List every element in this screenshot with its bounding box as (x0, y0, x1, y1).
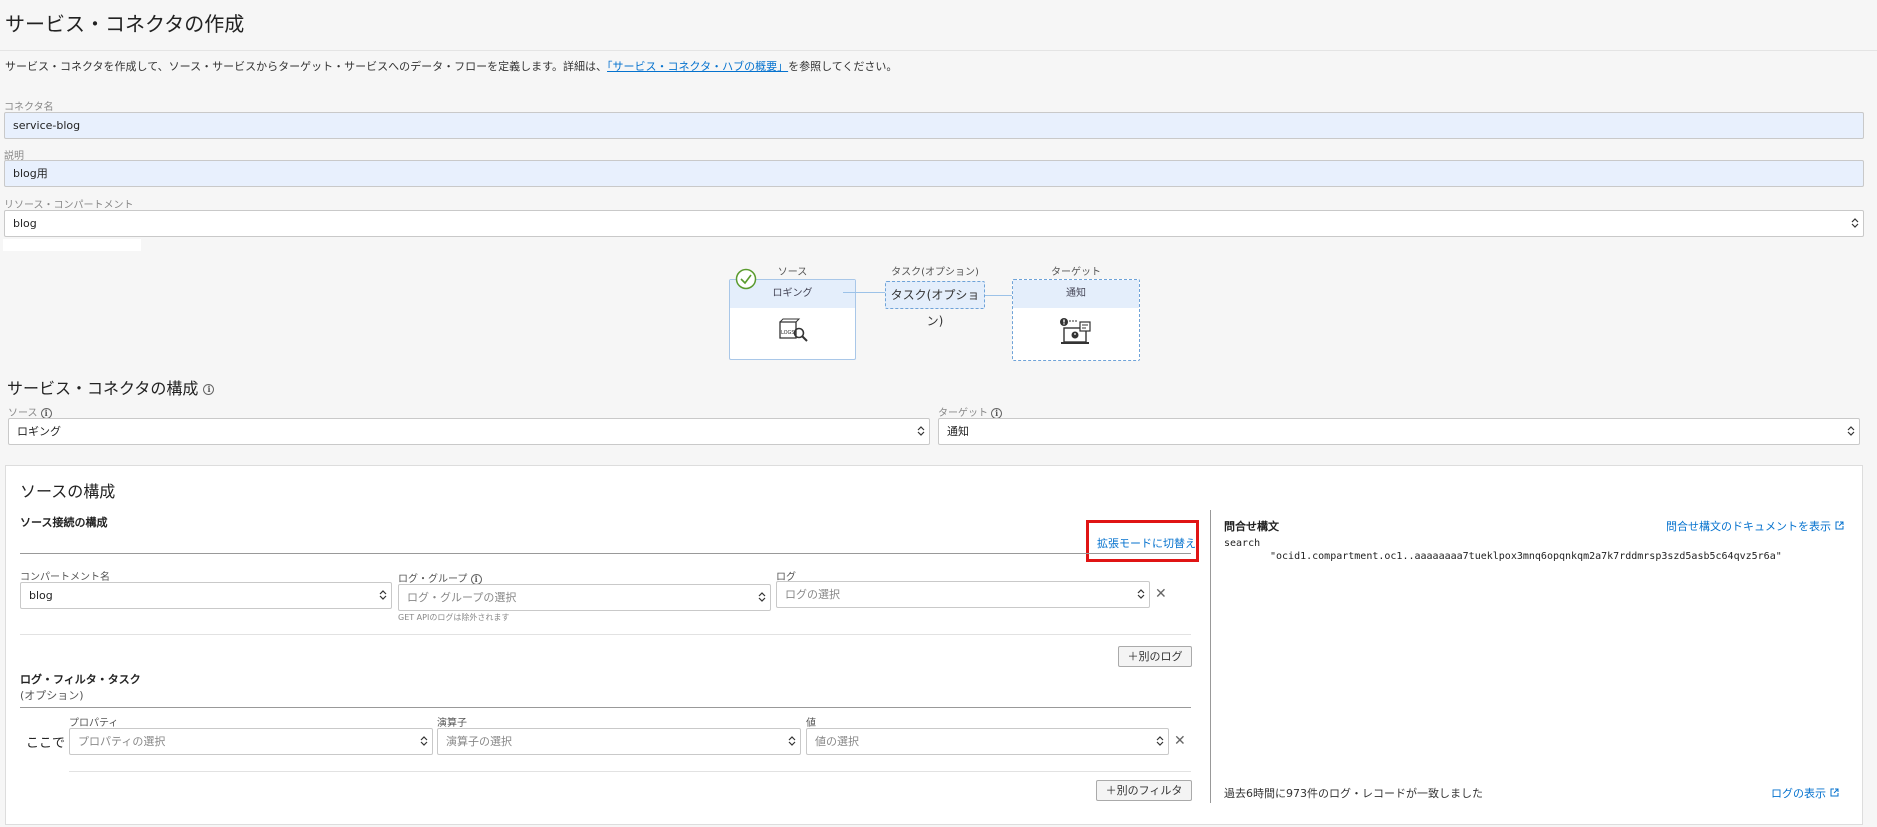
config-heading: サービス・コネクタの構成 i (7, 375, 215, 399)
info-icon[interactable]: i (203, 384, 215, 395)
info-icon[interactable]: i (991, 407, 1003, 419)
log-group-placeholder: ログ・グループの選択 (407, 591, 517, 604)
log-divider (20, 634, 1191, 635)
query-docs-link[interactable]: 問合せ構文のドキュメントを表示 (1666, 518, 1844, 534)
log-group-select[interactable]: ログ・グループの選択 (398, 584, 771, 611)
check-circle-icon (735, 268, 757, 293)
panel-vertical-divider (1210, 510, 1211, 803)
value-select[interactable]: 値の選択 (806, 728, 1169, 755)
filter-row-divider (69, 771, 1191, 772)
intro-text-prefix: サービス・コネクタを作成して、ソース・サービスからターゲット・サービスへのデータ… (5, 60, 608, 73)
diagram-task-label: タスク(オプション) (891, 267, 979, 278)
diagram-connector-left (843, 292, 886, 293)
value-label: 値 (806, 718, 816, 729)
config-target-label: ターゲット i (938, 404, 1003, 419)
up-down-chevron-icon (917, 419, 925, 444)
log-select[interactable]: ログの選択 (776, 581, 1150, 608)
source-config-heading: ソースの構成 (20, 482, 116, 501)
up-down-chevron-icon (788, 729, 796, 754)
value-placeholder: 値の選択 (815, 735, 859, 748)
remove-filter-icon[interactable]: ✕ (1174, 733, 1186, 749)
up-down-chevron-icon (420, 729, 428, 754)
compartment-name-value: blog (29, 589, 53, 602)
log-group-label: ログ・グループ i (398, 570, 482, 585)
up-down-chevron-icon (1851, 211, 1859, 236)
log-group-hint: GET APIのログは除外されます (398, 613, 510, 622)
another-filter-button[interactable]: ＋別のフィルタ (1096, 780, 1192, 801)
external-link-icon (1830, 787, 1839, 800)
diagram-target-box[interactable]: 通知 (1012, 279, 1140, 361)
intro-text: サービス・コネクタを作成して、ソース・サービスからターゲット・サービスへのデータ… (5, 58, 897, 74)
up-down-chevron-icon (379, 583, 387, 608)
hint-placeholder (3, 239, 141, 251)
compartment-name-select[interactable]: blog (20, 582, 392, 609)
config-source-label: ソース i (8, 404, 52, 419)
description-input[interactable]: blog用 (4, 160, 1864, 187)
connector-name-input[interactable]: service-blog (4, 112, 1864, 139)
operator-label: 演算子 (437, 718, 467, 729)
query-heading: 問合せ構文 (1224, 520, 1279, 533)
remove-log-icon[interactable]: ✕ (1155, 586, 1167, 602)
query-docs-link-text: 問合せ構文のドキュメントを表示 (1666, 520, 1831, 533)
plus-icon: ＋ (1127, 650, 1139, 663)
property-placeholder: プロパティの選択 (78, 735, 166, 748)
title-divider (0, 50, 1877, 51)
another-log-button[interactable]: ＋別のログ (1118, 646, 1192, 667)
logging-icon: LOGS (730, 308, 855, 347)
plus-icon: ＋ (1105, 784, 1117, 797)
connection-divider (20, 553, 1191, 554)
query-line-2: "ocid1.compartment.oc1..aaaaaaaa7tueklpo… (1270, 551, 1782, 562)
external-link-icon (1835, 520, 1844, 533)
up-down-chevron-icon (1137, 582, 1145, 607)
log-filter-heading: ログ・フィルタ・タスク (20, 673, 141, 686)
page-title: サービス・コネクタの作成 (5, 12, 245, 36)
query-line-1: search (1224, 538, 1261, 549)
compartment-name-label: コンパートメント名 (20, 572, 110, 583)
diagram-target-box-label: 通知 (1013, 280, 1139, 308)
notification-icon (1013, 308, 1139, 351)
view-logs-link-text: ログの表示 (1771, 787, 1826, 800)
config-target-select[interactable]: 通知 (938, 418, 1860, 445)
another-log-button-label: 別のログ (1138, 650, 1183, 663)
up-down-chevron-icon (758, 585, 766, 610)
property-select[interactable]: プロパティの選択 (69, 728, 433, 755)
log-filter-optional: (オプション) (20, 689, 84, 702)
up-down-chevron-icon (1156, 729, 1164, 754)
intro-link[interactable]: 「サービス・コネクタ・ハブの概要」 (607, 60, 788, 73)
source-connection-heading: ソース接続の構成 (20, 516, 108, 529)
operator-placeholder: 演算子の選択 (446, 735, 512, 748)
config-target-value: 通知 (947, 425, 969, 438)
filter-divider (20, 707, 1191, 708)
view-logs-link[interactable]: ログの表示 (1771, 785, 1839, 801)
config-source-value: ロギング (17, 425, 61, 438)
diagram-task-box[interactable]: タスク(オプション) (885, 281, 985, 328)
log-placeholder: ログの選択 (785, 588, 840, 601)
compartment-select-value: blog (13, 217, 37, 230)
compartment-label: リソース・コンパートメント (4, 200, 134, 211)
connector-name-label: コネクタ名 (4, 102, 54, 113)
diagram-target-label: ターゲット (1051, 267, 1101, 278)
compartment-select[interactable]: blog (4, 210, 1864, 237)
info-icon[interactable]: i (40, 407, 52, 419)
up-down-chevron-icon (1847, 419, 1855, 444)
operator-select[interactable]: 演算子の選択 (437, 728, 801, 755)
where-label: ここで (26, 736, 66, 751)
svg-text:LOGS: LOGS (781, 330, 795, 336)
match-text: 過去6時間に973件のログ・レコードが一致しました (1224, 787, 1483, 800)
another-filter-button-label: 別のフィルタ (1116, 784, 1183, 797)
switch-mode-link[interactable]: 拡張モードに切替え (1097, 535, 1196, 551)
property-label: プロパティ (69, 718, 119, 729)
config-heading-text: サービス・コネクタの構成 (7, 379, 199, 398)
config-source-select[interactable]: ロギング (8, 418, 930, 445)
diagram-connector-right (985, 295, 1013, 296)
intro-text-suffix: を参照してください。 (788, 60, 898, 73)
info-icon[interactable]: i (470, 573, 482, 585)
